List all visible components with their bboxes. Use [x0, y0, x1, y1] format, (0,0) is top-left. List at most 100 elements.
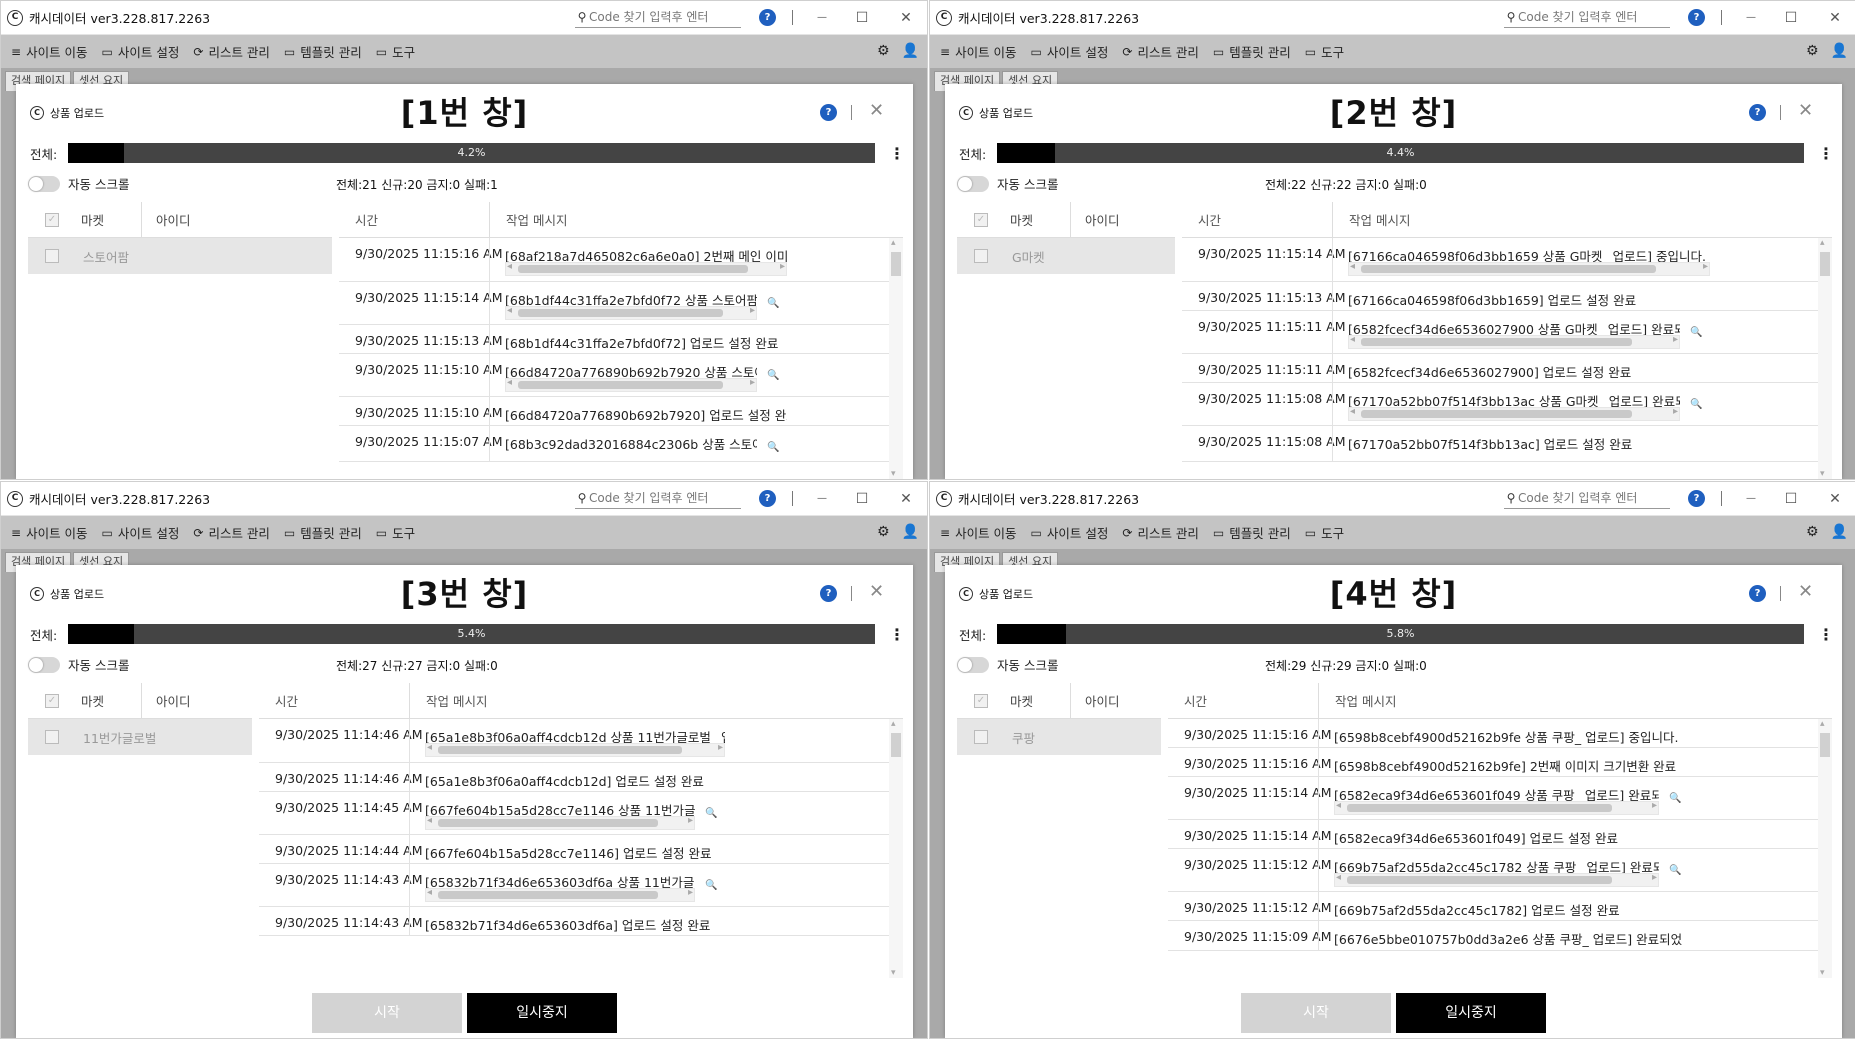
- scroll-right-icon[interactable]: ▸: [718, 742, 723, 753]
- user-icon[interactable]: 👤: [1831, 524, 1848, 540]
- search-box[interactable]: ⚲ Code 찾기 입력후 엔터: [575, 6, 741, 28]
- magnifier-icon[interactable]: 🔍: [1669, 793, 1681, 804]
- magnifier-icon[interactable]: 🔍: [767, 370, 779, 381]
- menu-template-manage[interactable]: ▭ 템플릿 관리: [284, 523, 362, 542]
- log-row[interactable]: 9/30/2025 11:15:08 AM [67170a52bb07f514f3…: [1182, 426, 1818, 462]
- menu-list-manage[interactable]: ⟳ 리스트 관리: [1122, 42, 1199, 61]
- scroll-down-icon[interactable]: ▾: [1820, 968, 1825, 978]
- menu-template-manage[interactable]: ▭ 템플릿 관리: [1213, 42, 1291, 61]
- search-box[interactable]: ⚲ Code 찾기 입력후 엔터: [575, 487, 741, 509]
- scroll-left-icon[interactable]: ◂: [1350, 334, 1355, 345]
- gear-icon[interactable]: ⚙: [1806, 43, 1819, 59]
- more-options-icon[interactable]: ⋮: [1818, 625, 1834, 644]
- market-row[interactable]: 스토어팜: [28, 238, 332, 274]
- log-row[interactable]: 9/30/2025 11:15:16 AM [6598b8cebf4900d521…: [1168, 719, 1818, 748]
- scroll-left-icon[interactable]: ◂: [427, 887, 432, 898]
- start-button[interactable]: 시작: [312, 993, 462, 1033]
- auto-scroll-toggle[interactable]: [957, 175, 989, 192]
- log-row[interactable]: 9/30/2025 11:15:10 AM [66d84720a776890b69…: [339, 397, 889, 426]
- pause-button[interactable]: 일시중지: [1396, 993, 1546, 1033]
- log-row[interactable]: 9/30/2025 11:15:07 AM [68b3c92dad32016884…: [339, 426, 889, 462]
- auto-scroll-toggle[interactable]: [957, 656, 989, 673]
- dialog-close-icon[interactable]: ✕: [869, 100, 884, 121]
- user-icon[interactable]: 👤: [902, 43, 919, 59]
- dialog-help-icon[interactable]: ?: [820, 585, 837, 602]
- dialog-help-icon[interactable]: ?: [820, 104, 837, 121]
- log-row[interactable]: 9/30/2025 11:14:43 AM [65832b71f34d6e6536…: [259, 907, 889, 936]
- scroll-left-icon[interactable]: ◂: [1350, 261, 1355, 272]
- maximize-button[interactable]: ☐: [1780, 488, 1802, 510]
- row-hscroll[interactable]: ◂ ▸: [425, 815, 695, 830]
- scroll-thumb[interactable]: [1361, 410, 1632, 418]
- row-hscroll[interactable]: ◂ ▸: [1348, 261, 1710, 276]
- select-all-checkbox[interactable]: ✓: [974, 693, 988, 708]
- dialog-close-icon[interactable]: ✕: [869, 581, 884, 602]
- menu-tools[interactable]: ▭ 도구: [1305, 42, 1344, 61]
- scroll-right-icon[interactable]: ▸: [1703, 261, 1708, 272]
- log-row[interactable]: 9/30/2025 11:14:45 AM [667fe604b15a5d28cc…: [259, 792, 889, 835]
- row-hscroll[interactable]: ◂ ▸: [1348, 334, 1680, 349]
- menu-list-manage[interactable]: ⟳ 리스트 관리: [193, 42, 270, 61]
- scroll-thumb[interactable]: [518, 381, 723, 389]
- menu-site-settings[interactable]: ▭ 사이트 설정: [1031, 523, 1109, 542]
- log-row[interactable]: 9/30/2025 11:15:13 AM [68b1df44c31ffa2e7b…: [339, 325, 889, 354]
- minimize-button[interactable]: —: [1740, 488, 1762, 510]
- vscroll-thumb[interactable]: [1820, 252, 1830, 276]
- scroll-thumb[interactable]: [438, 891, 658, 899]
- vscroll-thumb[interactable]: [1820, 733, 1830, 757]
- row-hscroll[interactable]: ◂ ▸: [425, 742, 725, 757]
- log-row[interactable]: 9/30/2025 11:15:14 AM [6582eca9f34d6e6536…: [1168, 820, 1818, 849]
- log-row[interactable]: 9/30/2025 11:15:16 AM [68af218a7d465082c6…: [339, 238, 889, 282]
- row-hscroll[interactable]: ◂ ▸: [505, 261, 787, 276]
- scroll-thumb[interactable]: [438, 819, 658, 827]
- menu-template-manage[interactable]: ▭ 템플릿 관리: [284, 42, 362, 61]
- scroll-up-icon[interactable]: ▴: [891, 719, 896, 729]
- auto-scroll-toggle[interactable]: [28, 656, 60, 673]
- help-icon[interactable]: ?: [1688, 9, 1705, 26]
- close-button[interactable]: ✕: [895, 7, 917, 29]
- vscroll-thumb[interactable]: [891, 252, 901, 276]
- scroll-right-icon[interactable]: ▸: [688, 887, 693, 898]
- log-row[interactable]: 9/30/2025 11:14:46 AM [65a1e8b3f06a0aff4c…: [259, 763, 889, 792]
- scroll-right-icon[interactable]: ▸: [1652, 872, 1657, 883]
- dialog-help-icon[interactable]: ?: [1749, 104, 1766, 121]
- menu-site-settings[interactable]: ▭ 사이트 설정: [102, 523, 180, 542]
- select-all-checkbox[interactable]: ✓: [45, 693, 59, 708]
- magnifier-icon[interactable]: 🔍: [1669, 865, 1681, 876]
- log-row[interactable]: 9/30/2025 11:15:12 AM [669b75af2d55da2cc4…: [1168, 892, 1818, 921]
- scroll-left-icon[interactable]: ◂: [427, 742, 432, 753]
- help-icon[interactable]: ?: [759, 490, 776, 507]
- user-icon[interactable]: 👤: [902, 524, 919, 540]
- log-vscroll[interactable]: ▴ ▾: [1818, 719, 1832, 978]
- select-all-checkbox[interactable]: ✓: [45, 212, 59, 227]
- log-row[interactable]: 9/30/2025 11:15:14 AM [67166ca046598f06d3…: [1182, 238, 1818, 282]
- row-hscroll[interactable]: ◂ ▸: [1334, 800, 1659, 815]
- dialog-close-icon[interactable]: ✕: [1798, 581, 1813, 602]
- market-row-checkbox[interactable]: [974, 730, 988, 744]
- magnifier-icon[interactable]: 🔍: [767, 298, 779, 309]
- log-vscroll[interactable]: ▴ ▾: [889, 719, 903, 978]
- scroll-thumb[interactable]: [1361, 265, 1657, 273]
- scroll-right-icon[interactable]: ▸: [750, 377, 755, 388]
- magnifier-icon[interactable]: 🔍: [1690, 327, 1702, 338]
- vscroll-thumb[interactable]: [891, 733, 901, 757]
- minimize-button[interactable]: —: [1740, 7, 1762, 29]
- scroll-down-icon[interactable]: ▾: [1820, 469, 1825, 479]
- scroll-up-icon[interactable]: ▴: [1820, 719, 1825, 729]
- scroll-left-icon[interactable]: ◂: [507, 305, 512, 316]
- scroll-right-icon[interactable]: ▸: [1652, 800, 1657, 811]
- menu-tools[interactable]: ▭ 도구: [376, 523, 415, 542]
- log-row[interactable]: 9/30/2025 11:15:10 AM [66d84720a776890b69…: [339, 354, 889, 397]
- close-button[interactable]: ✕: [895, 488, 917, 510]
- row-hscroll[interactable]: ◂ ▸: [1334, 872, 1659, 887]
- scroll-left-icon[interactable]: ◂: [427, 815, 432, 826]
- user-icon[interactable]: 👤: [1831, 43, 1848, 59]
- market-row-checkbox[interactable]: [45, 249, 59, 263]
- scroll-thumb[interactable]: [518, 265, 748, 273]
- minimize-button[interactable]: —: [811, 7, 833, 29]
- maximize-button[interactable]: ☐: [851, 488, 873, 510]
- maximize-button[interactable]: ☐: [851, 7, 873, 29]
- scroll-thumb[interactable]: [518, 309, 723, 317]
- gear-icon[interactable]: ⚙: [877, 524, 890, 540]
- close-button[interactable]: ✕: [1824, 7, 1846, 29]
